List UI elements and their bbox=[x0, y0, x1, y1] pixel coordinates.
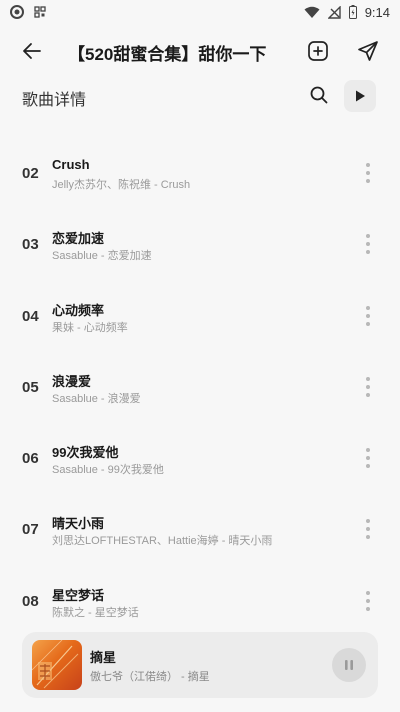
song-artist: 陈默之 - 星空梦话 bbox=[52, 606, 139, 619]
song-number: 07 bbox=[22, 521, 39, 539]
more-options-button[interactable] bbox=[360, 517, 376, 541]
song-number: 08 bbox=[22, 592, 39, 610]
song-artist: 刘思达LOFTHESTAR、Hattie海婷 - 晴天小雨 bbox=[52, 535, 273, 548]
record-icon bbox=[10, 5, 24, 19]
song-number: 03 bbox=[22, 236, 39, 254]
more-options-button[interactable] bbox=[360, 375, 376, 399]
more-icon-dot bbox=[366, 527, 370, 532]
song-title: 心动频率 bbox=[52, 302, 105, 318]
song-number: 02 bbox=[22, 165, 39, 182]
song-title: Crush bbox=[52, 157, 90, 172]
more-icon-dot bbox=[366, 250, 370, 255]
song-row[interactable]: 07 晴天小雨刘思达LOFTHESTAR、Hattie海婷 - 晴天小雨 bbox=[0, 493, 400, 564]
status-time: 9:14 bbox=[364, 4, 390, 20]
song-artist: Sasablue - 恋爱加速 bbox=[52, 250, 152, 263]
song-row[interactable]: 05 浪漫爱 Sasablue - 浪漫爱 bbox=[0, 351, 400, 422]
search-icon bbox=[310, 86, 328, 104]
battery-icon bbox=[348, 5, 357, 19]
share-button[interactable] bbox=[356, 39, 380, 63]
more-icon-dot bbox=[366, 242, 370, 247]
add-to-playlist-button[interactable] bbox=[306, 39, 330, 63]
search-button[interactable] bbox=[308, 84, 332, 108]
pause-button[interactable] bbox=[332, 648, 366, 682]
song-title: 99次我爱他 bbox=[52, 445, 119, 461]
more-icon-dot bbox=[366, 456, 370, 461]
status-left bbox=[10, 5, 46, 19]
album-cover[interactable] bbox=[32, 640, 82, 690]
back-arrow-icon bbox=[23, 43, 41, 59]
more-icon-dot bbox=[366, 305, 370, 310]
no-signal-icon bbox=[327, 5, 341, 19]
section-title: 歌曲详情 bbox=[22, 92, 87, 109]
song-number: 04 bbox=[22, 307, 39, 325]
song-number: 06 bbox=[22, 450, 39, 468]
more-icon-dot bbox=[366, 179, 370, 183]
song-artist: Jelly杰苏尔、陈祝维 - Crush bbox=[52, 179, 191, 191]
more-icon-dot bbox=[366, 384, 370, 389]
more-icon-dot bbox=[366, 321, 370, 326]
song-title: 恋爱加速 bbox=[52, 231, 105, 247]
song-artist: 果妹 - 心动频率 bbox=[52, 321, 128, 334]
more-icon-dot bbox=[366, 392, 370, 397]
play-icon bbox=[356, 90, 365, 102]
more-icon-dot bbox=[366, 448, 370, 453]
more-icon-dot bbox=[366, 313, 370, 318]
more-icon-dot bbox=[366, 234, 370, 239]
more-icon-dot bbox=[366, 163, 370, 167]
send-icon bbox=[358, 41, 378, 61]
song-number: 05 bbox=[22, 378, 39, 396]
add-square-icon bbox=[308, 41, 328, 61]
song-title: 浪漫爱 bbox=[52, 373, 92, 389]
album-art-image bbox=[32, 640, 79, 689]
song-row[interactable]: 03 恋爱加速 Sasablue - 恋爱加速 bbox=[0, 208, 400, 279]
more-icon-dot bbox=[366, 464, 370, 469]
more-icon-dot bbox=[366, 376, 370, 381]
more-icon-dot bbox=[366, 598, 370, 603]
more-options-button[interactable] bbox=[360, 446, 376, 470]
more-options-button[interactable] bbox=[360, 304, 376, 328]
more-icon-dot bbox=[366, 535, 370, 540]
song-artist: Sasablue - 浪漫爱 bbox=[52, 392, 141, 405]
song-row[interactable]: 02 Crush Jelly杰苏尔、陈祝维 - Crush bbox=[0, 137, 400, 208]
more-icon-dot bbox=[366, 606, 370, 611]
song-row[interactable]: 04 心动频率果妹 - 心动频率 bbox=[0, 280, 400, 351]
pause-icon bbox=[345, 660, 353, 670]
play-all-button[interactable] bbox=[344, 80, 376, 112]
now-playing-artist: 傲七爷（江偌绮） - 摘星 bbox=[90, 671, 210, 683]
song-artist: Sasablue - 99次我爱他 bbox=[52, 464, 164, 477]
more-icon-dot bbox=[366, 590, 370, 595]
header: 【520甜蜜合集】甜你一下 bbox=[0, 30, 400, 72]
song-row[interactable]: 06 99次我爱他 Sasablue - 99次我爱他 bbox=[0, 422, 400, 493]
mini-player[interactable]: 摘星 傲七爷（江偌绮） - 摘星 bbox=[22, 632, 378, 698]
song-title: 晴天小雨 bbox=[52, 516, 105, 532]
now-playing-title: 摘星 bbox=[90, 650, 117, 665]
wifi-icon bbox=[304, 6, 320, 18]
song-list: 02 Crush Jelly杰苏尔、陈祝维 - Crush 03 恋爱加速 Sasablu… bbox=[0, 137, 400, 636]
status-bar: 9:14 bbox=[0, 0, 400, 24]
more-options-button[interactable] bbox=[360, 161, 376, 185]
song-row[interactable]: 08 星空梦话陈默之 - 星空梦话 bbox=[0, 565, 400, 636]
more-options-button[interactable] bbox=[360, 232, 376, 256]
more-icon-dot bbox=[366, 171, 370, 175]
page-title: 【520甜蜜合集】甜你一下 bbox=[68, 45, 267, 64]
back-button[interactable] bbox=[20, 39, 46, 63]
more-icon-dot bbox=[366, 519, 370, 524]
status-right: 9:14 bbox=[304, 5, 390, 20]
song-title: 星空梦话 bbox=[52, 587, 105, 603]
more-options-button[interactable] bbox=[360, 589, 376, 613]
scan-icon bbox=[34, 6, 46, 18]
